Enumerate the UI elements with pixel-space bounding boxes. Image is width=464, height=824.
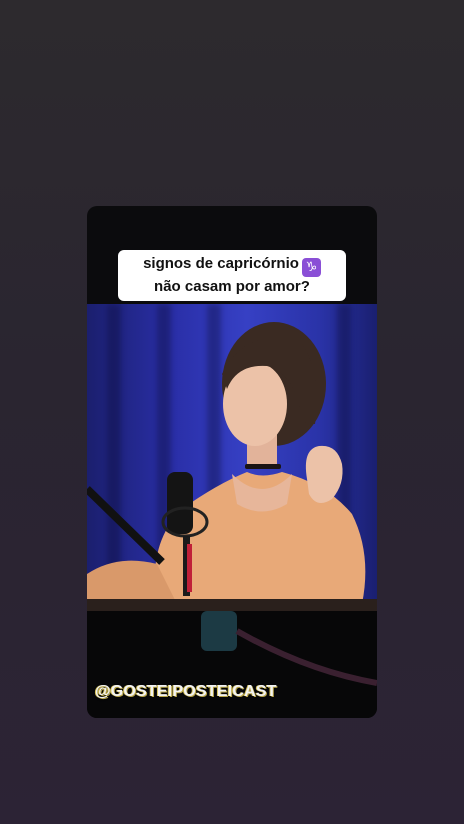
caption-line-1: signos de capricórnio ♑: [124, 254, 340, 277]
capricorn-icon: ♑: [301, 258, 321, 277]
caption-text-1: signos de capricórnio: [143, 255, 299, 272]
podcast-guest-image: [87, 322, 377, 611]
caption-box: signos de capricórnio ♑ não casam por amo…: [118, 250, 346, 301]
caption-line-2: não casam por amor?: [154, 278, 310, 295]
mic-stand-shadow: [201, 611, 377, 686]
story-card[interactable]: signos de capricórnio ♑ não casam por amo…: [87, 206, 377, 718]
bottom-band: [87, 611, 377, 718]
video-frame: [87, 304, 377, 611]
podcast-handle: @GOSTEIPOSTEICAST: [95, 683, 277, 700]
